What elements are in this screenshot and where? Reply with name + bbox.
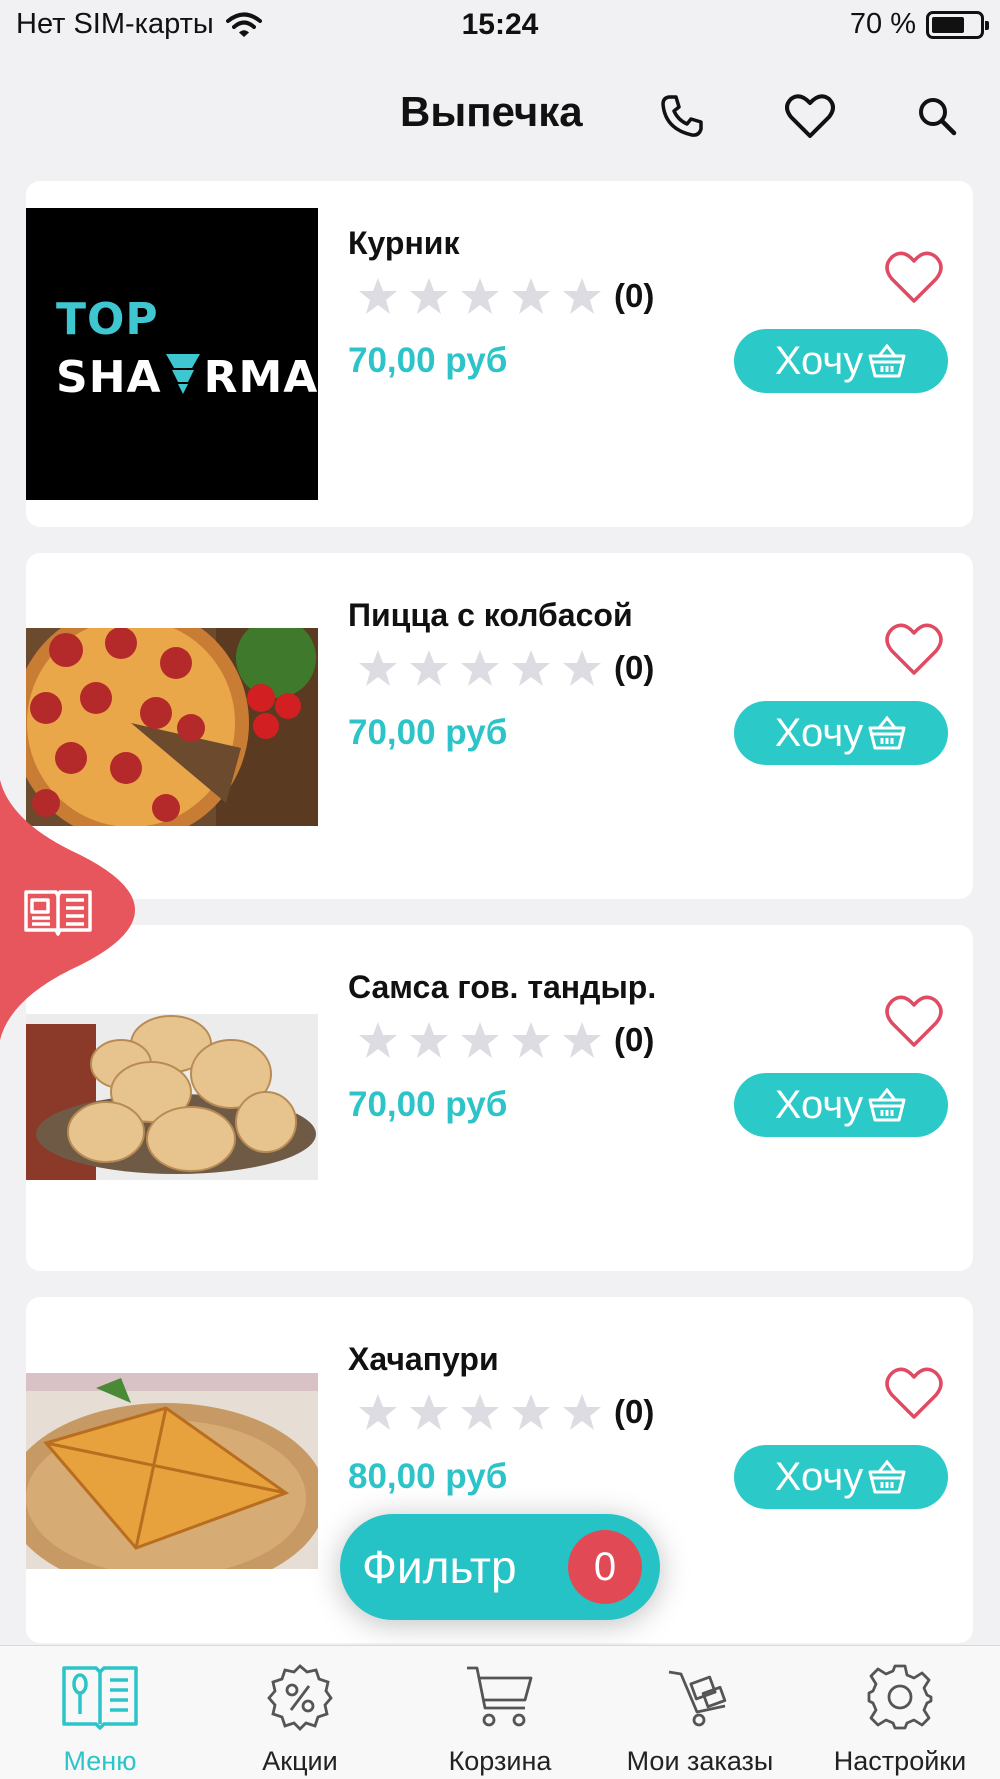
want-button[interactable]: Хочу (734, 1445, 948, 1509)
star-icon (563, 278, 601, 314)
filter-count-badge: 0 (568, 1530, 642, 1604)
favorite-button[interactable] (884, 249, 944, 305)
star-icon (563, 1022, 601, 1058)
product-price: 70,00 руб (348, 341, 508, 380)
product-image: TOP SHA RMA (26, 208, 318, 500)
product-name: Хачапури (348, 1341, 499, 1377)
basket-icon (868, 343, 906, 378)
star-icon (410, 1022, 448, 1058)
want-button[interactable]: Хочу (734, 1073, 948, 1137)
battery-icon (926, 10, 989, 39)
menu-book-icon (62, 1666, 138, 1730)
favorites-button[interactable] (780, 86, 840, 146)
star-icon (359, 650, 397, 686)
heart-icon (885, 995, 943, 1047)
product-name: Пицца с колбасой (348, 597, 633, 633)
page-title: Выпечка (400, 88, 583, 135)
star-icon (410, 650, 448, 686)
star-icon (461, 1394, 499, 1430)
filter-button[interactable]: Фильтр 0 (340, 1514, 660, 1620)
product-price: 70,00 руб (348, 1085, 508, 1124)
star-icon (512, 1394, 550, 1430)
orders-icon (668, 1670, 727, 1727)
tab-label: Акции (262, 1746, 338, 1776)
heart-icon (785, 94, 835, 138)
star-icon (410, 278, 448, 314)
tab-cart[interactable]: Корзина (400, 1646, 600, 1779)
phone-icon (661, 95, 703, 137)
product-list: TOP SHA RMA Курник (0) 70,00 руб Хочу Пи… (26, 181, 973, 1669)
tab-settings[interactable]: Настройки (800, 1646, 1000, 1779)
tab-menu[interactable]: Меню (0, 1646, 200, 1779)
filter-label: Фильтр (362, 1541, 517, 1593)
khachapuri-image (26, 1373, 318, 1569)
basket-icon (868, 1087, 906, 1122)
want-button-label: Хочу (774, 710, 864, 755)
star-icon (461, 1022, 499, 1058)
search-icon (919, 98, 957, 136)
tab-label: Корзина (448, 1746, 552, 1776)
phone-button[interactable] (652, 86, 712, 146)
star-icon (563, 650, 601, 686)
product-name: Курник (348, 225, 460, 261)
product-card[interactable]: Пицца с колбасой (0) 70,00 руб Хочу (26, 553, 973, 899)
product-image (26, 1373, 318, 1569)
heart-icon (885, 1367, 943, 1419)
want-button-label: Хочу (774, 1082, 864, 1127)
heart-icon (885, 623, 943, 675)
tab-my-orders[interactable]: Мои заказы (600, 1646, 800, 1779)
want-button[interactable]: Хочу (734, 701, 948, 765)
star-icon (359, 1394, 397, 1430)
search-button[interactable] (907, 86, 967, 146)
settings-icon (867, 1664, 933, 1730)
catalog-side-tab[interactable] (0, 780, 140, 1040)
top-shawarma-logo: TOP SHA RMA (56, 294, 318, 404)
cart-icon (467, 1666, 533, 1727)
basket-icon (868, 1459, 906, 1494)
rating-stars[interactable] (358, 1021, 602, 1059)
star-icon (410, 1394, 448, 1430)
favorite-button[interactable] (884, 621, 944, 677)
status-bar: Нет SIM-карты 15:24 70 % (0, 0, 1000, 56)
star-icon (461, 650, 499, 686)
rating-count: (0) (614, 1393, 655, 1430)
tab-label: Меню (63, 1746, 137, 1776)
rating-count: (0) (614, 1021, 655, 1058)
rating-stars[interactable] (358, 1393, 602, 1431)
want-button[interactable]: Хочу (734, 329, 948, 393)
tab-label: Настройки (833, 1746, 967, 1776)
product-card[interactable]: Самса гов. тандыр. (0) 70,00 руб Хочу (26, 925, 973, 1271)
rating-count: (0) (614, 649, 655, 686)
favorite-button[interactable] (884, 993, 944, 1049)
tab-promotions[interactable]: Акции (200, 1646, 400, 1779)
want-button-label: Хочу (774, 1454, 864, 1499)
tab-bar: Меню Акции Корзина Мои заказы Настройки (0, 1645, 1000, 1779)
rating-count: (0) (614, 277, 655, 314)
star-icon (512, 1022, 550, 1058)
battery-percent: 70 % (849, 8, 916, 40)
product-name: Самса гов. тандыр. (348, 969, 657, 1005)
battery-status: 70 % (849, 8, 989, 41)
star-icon (461, 278, 499, 314)
rating-stars[interactable] (358, 277, 602, 315)
want-button-label: Хочу (774, 338, 864, 383)
nav-bar: Выпечка (0, 60, 1000, 170)
side-tab-shape (0, 780, 135, 1040)
heart-icon (885, 251, 943, 303)
product-price: 80,00 руб (348, 1457, 508, 1496)
star-icon (563, 1394, 601, 1430)
rating-stars[interactable] (358, 649, 602, 687)
star-icon (359, 278, 397, 314)
product-card[interactable]: TOP SHA RMA Курник (0) 70,00 руб Хочу (26, 181, 973, 527)
star-icon (359, 1022, 397, 1058)
tab-label: Мои заказы (626, 1746, 774, 1776)
discount-icon (267, 1664, 333, 1731)
star-icon (512, 278, 550, 314)
favorite-button[interactable] (884, 1365, 944, 1421)
product-price: 70,00 руб (348, 713, 508, 752)
star-icon (512, 650, 550, 686)
basket-icon (868, 715, 906, 750)
